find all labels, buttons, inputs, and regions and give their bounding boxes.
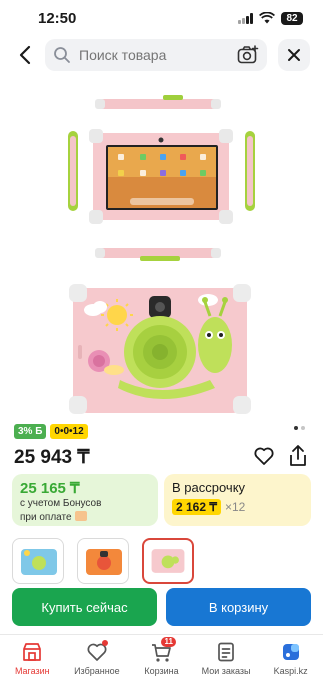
nav-item-shop[interactable]: Магазин [0,635,65,699]
product-image[interactable] [0,80,323,416]
close-button[interactable] [278,39,310,71]
nav-item-orders[interactable]: Мои заказы [194,635,259,699]
bottom-nav: Магазин Избранное 11 Корзина Мои заказы … [0,634,323,699]
nav-label: Мои заказы [201,666,251,676]
nav-item-cart[interactable]: 11 Корзина [129,635,194,699]
installment-badge: 0•0•12 [50,424,88,439]
share-icon[interactable] [287,444,309,468]
chevron-left-icon [19,45,31,65]
status-time: 12:50 [38,9,77,27]
buy-now-button[interactable]: Купить сейчас [12,588,157,626]
bonus-line-1: с учетом Бонусов [20,498,102,509]
variant-thumbnails [12,538,194,584]
variant-thumb-pink[interactable] [142,538,194,584]
product-photo [68,95,255,414]
installment-card[interactable]: В рассрочку 2 162 ₸ ×12 [164,474,311,526]
nav-label: Kaspi.kz [273,666,308,676]
variant-thumb-blue[interactable] [12,538,64,584]
bonus-icon [74,511,87,522]
back-button[interactable] [12,42,38,68]
add-to-cart-button[interactable]: В корзину [166,588,311,626]
bonus-line-2: при оплате [20,512,72,523]
installment-multiplier: ×12 [225,500,246,514]
installment-row: 2 162 ₸ ×12 [172,499,303,515]
kaspi-icon [282,644,299,660]
variant-thumb-orange[interactable] [77,538,129,584]
orders-icon [218,642,234,662]
search-box[interactable] [45,39,267,71]
nav-label: Корзина [144,666,179,676]
status-icons: 82 [238,11,303,25]
search-header [0,38,323,72]
gallery-dot [301,426,305,430]
close-icon [288,49,300,61]
bonus-line-2-wrapper: при оплате [20,511,150,525]
signal-icon [238,12,253,24]
product-badges: 3% Б 0•0•12 [14,424,88,439]
gallery-dots [294,426,305,430]
heart-icon[interactable] [253,445,275,467]
wifi-icon [259,12,275,24]
nav-item-kaspi[interactable]: Kaspi.kz [258,635,323,699]
cart-count-badge: 11 [161,637,176,647]
installment-label: В рассрочку [172,480,246,495]
shop-icon [23,643,42,661]
bonus-percent-badge: 3% Б [14,424,47,439]
battery-icon: 82 [281,11,303,25]
nav-label: Магазин [14,666,50,676]
nav-label: Избранное [74,666,120,676]
search-icon [54,47,70,63]
gallery-dot [294,426,298,430]
status-bar: 12:50 82 [0,0,323,36]
nav-item-favorites[interactable]: Избранное [65,635,130,699]
camera-search-icon[interactable] [237,45,259,65]
search-input[interactable] [79,47,219,63]
bonus-price-card[interactable]: 25 165 ₸ с учетом Бонусов при оплате [12,474,158,526]
product-price: 25 943 ₸ [14,447,90,468]
favorites-indicator [101,640,108,646]
installment-amount: 2 162 ₸ [172,499,221,515]
bonus-price: 25 165 ₸ [20,480,80,497]
